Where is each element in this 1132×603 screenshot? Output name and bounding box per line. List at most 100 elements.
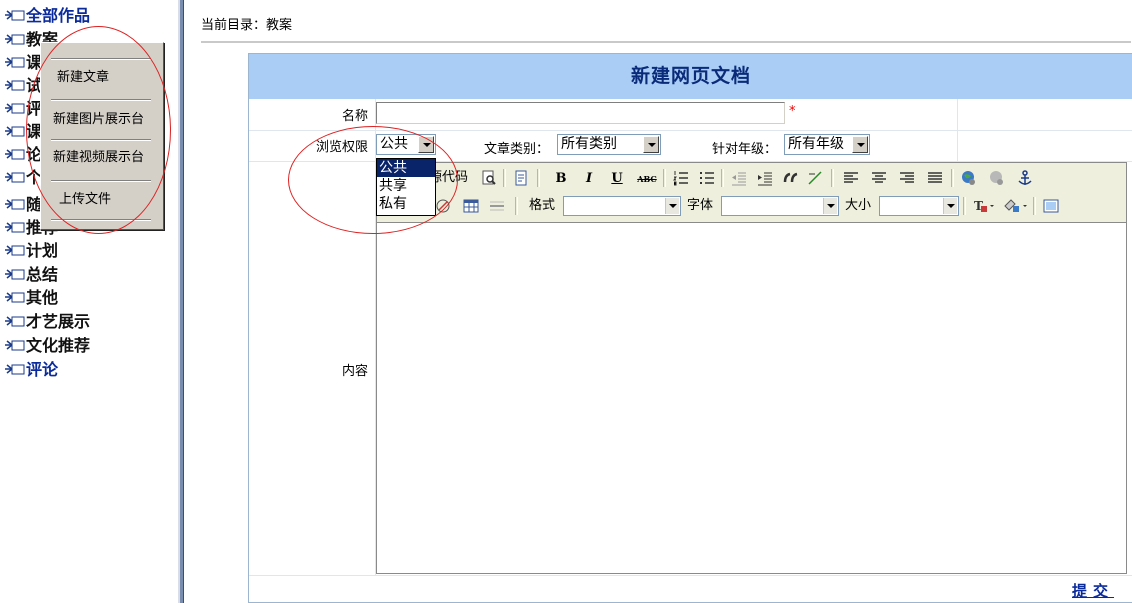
required-mark: * (789, 104, 796, 119)
permission-option[interactable]: 公共 (377, 159, 435, 177)
tree-item[interactable]: 其他 (4, 287, 58, 309)
folder-tree-icon (5, 199, 25, 210)
tree-item-label: 评论 (26, 360, 59, 379)
ordered-list-icon[interactable] (673, 170, 689, 186)
anchor-icon[interactable] (1017, 170, 1033, 186)
tree-item-label: 总结 (26, 265, 59, 284)
tree-item[interactable]: 随 (4, 194, 42, 216)
justify-icon[interactable] (927, 170, 943, 186)
toolbar-separator (831, 169, 834, 187)
tree-item[interactable]: 论 (4, 144, 42, 166)
align-left-icon[interactable] (843, 170, 859, 186)
insert-link-globe-icon[interactable] (961, 170, 977, 186)
tree-item[interactable]: 个 (4, 167, 42, 189)
folder-tree-icon (5, 316, 25, 327)
dropdown-arrow-icon[interactable] (643, 136, 659, 153)
tree-item-all-works[interactable]: 全部作品 (4, 5, 90, 27)
grade-select[interactable]: 所有年级 (784, 134, 870, 155)
tree-item[interactable]: 课 (4, 52, 42, 74)
permission-dropdown-list: 公共 共享 私有 (376, 158, 436, 216)
menu-item-new-article[interactable]: 新建文章 (57, 69, 109, 87)
dropdown-arrow-icon[interactable] (418, 136, 434, 153)
indent-icon[interactable] (757, 170, 773, 186)
preview-icon[interactable] (481, 170, 497, 186)
grade-label: 针对年级： (712, 142, 778, 157)
align-right-icon[interactable] (899, 170, 915, 186)
permission-label: 浏览权限 (315, 140, 368, 155)
row-divider (249, 130, 1132, 131)
folder-tree-icon (5, 34, 25, 45)
tree-item[interactable]: 试 (4, 75, 42, 97)
align-center-icon[interactable] (871, 170, 887, 186)
tree-item[interactable]: 计划 (4, 240, 58, 262)
folder-tree-icon (5, 10, 25, 21)
special-char-icon[interactable] (435, 198, 451, 214)
horizontal-rule-icon[interactable] (489, 198, 505, 214)
name-label: 名称 (341, 109, 368, 124)
sidebar-splitter[interactable] (178, 0, 184, 603)
outdent-icon[interactable] (731, 170, 747, 186)
toolbar-separator (951, 169, 954, 187)
breadcrumb: 当前目录：教案 (201, 18, 293, 33)
name-input[interactable] (376, 102, 785, 124)
dropdown-arrow-icon[interactable] (823, 198, 837, 214)
toolbar-separator (515, 197, 518, 215)
toolbar-separator (1033, 197, 1036, 215)
tree-item-label: 计划 (26, 241, 59, 260)
size-label: 大小 (845, 198, 872, 213)
bullet-list-icon[interactable] (699, 170, 715, 186)
menu-separator (51, 58, 151, 60)
background-color-icon[interactable] (1003, 198, 1031, 214)
category-select-value: 所有类别 (561, 136, 617, 152)
menu-separator (51, 180, 151, 182)
tree-item-label: 其他 (26, 288, 59, 307)
page: 全部作品 教案 课 试 评 课 论 个 随 推荐 计划 (0, 0, 1132, 603)
format-select[interactable] (563, 196, 681, 216)
insert-table-icon[interactable] (463, 198, 479, 214)
tree-item[interactable]: 才艺展示 (4, 311, 90, 333)
italic-button[interactable]: I (581, 171, 597, 187)
permission-select[interactable]: 公共 (376, 134, 436, 155)
submit-link[interactable]: 提交 (1072, 580, 1114, 601)
col-divider (957, 99, 958, 161)
bold-button[interactable]: B (553, 171, 569, 187)
text-color-icon[interactable]: T (973, 198, 997, 214)
menu-item-new-image-gallery[interactable]: 新建图片展示台 (53, 111, 144, 129)
menu-separator (51, 219, 151, 221)
permission-option[interactable]: 共享 (377, 177, 435, 195)
font-label: 字体 (687, 198, 714, 213)
tree-item-label: 文化推荐 (26, 336, 91, 355)
size-select[interactable] (879, 196, 959, 216)
tree-item[interactable]: 评 (4, 98, 42, 120)
tree-item-comments[interactable]: 评论 (4, 359, 58, 381)
dropdown-arrow-icon[interactable] (852, 136, 868, 153)
dropdown-arrow-icon[interactable] (943, 198, 957, 214)
dropdown-arrow-icon[interactable] (665, 198, 679, 214)
font-select[interactable] (721, 196, 839, 216)
permission-option[interactable]: 私有 (377, 195, 435, 213)
folder-tree-icon (5, 340, 25, 351)
tree-item[interactable]: 文化推荐 (4, 335, 90, 357)
strikethrough-button[interactable]: ABC (635, 171, 659, 187)
menu-item-new-video-gallery[interactable]: 新建视频展示台 (53, 149, 144, 167)
context-menu: 新建文章 新建图片展示台 新建视频展示台 上传文件 (40, 42, 164, 230)
unlink-icon[interactable] (989, 170, 1005, 186)
blockquote-icon[interactable] (783, 170, 799, 186)
editor-toolbar: 源代码 B I U ABC 格式 字体 大小 T (377, 163, 1126, 223)
folder-tree-icon (5, 269, 25, 280)
tree-item[interactable]: 课 (4, 121, 42, 143)
tree-item-label: 才艺展示 (26, 312, 91, 331)
tree-item-label: 全部作品 (26, 6, 91, 25)
tree-item[interactable]: 总结 (4, 264, 58, 286)
toolbar-separator (663, 169, 666, 187)
fullscreen-icon[interactable] (1043, 198, 1059, 214)
link-icon[interactable] (807, 170, 823, 186)
category-select[interactable]: 所有类别 (557, 134, 661, 155)
toolbar-separator (963, 197, 966, 215)
format-label: 格式 (529, 198, 556, 213)
form-title: 新建网页文档 (249, 54, 1132, 99)
underline-button[interactable]: U (609, 171, 625, 187)
folder-tree-icon (5, 103, 25, 114)
template-icon[interactable] (513, 170, 529, 186)
menu-item-upload-file[interactable]: 上传文件 (59, 191, 111, 209)
